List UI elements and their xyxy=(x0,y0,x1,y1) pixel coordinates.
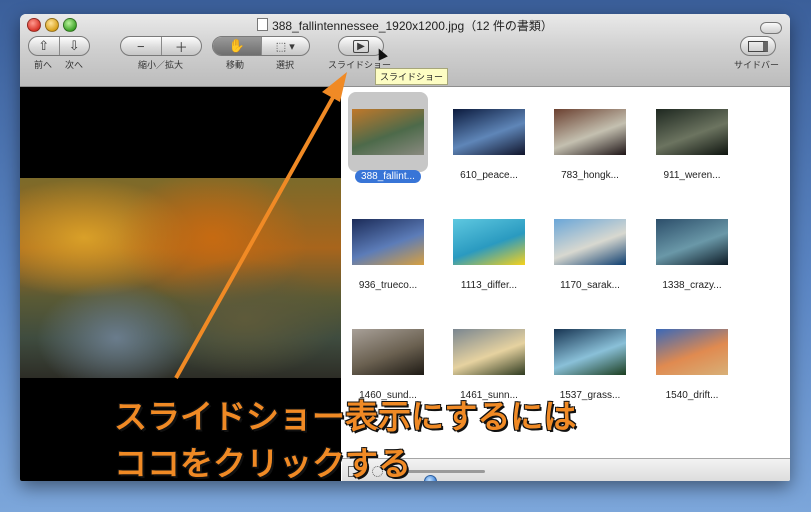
window-title: 388_fallintennessee_1920x1200.jpg（12 件の書… xyxy=(272,19,553,33)
toolbar-toggle-button[interactable] xyxy=(760,22,782,34)
next-button[interactable]: ⇩ xyxy=(58,37,90,55)
thumbnail-label-text: 1338_crazy... xyxy=(662,280,722,291)
next-label: 次へ xyxy=(65,60,84,70)
prev-next-control: ⇧ ⇩ xyxy=(28,36,90,56)
thumbnail-label: 1113_differ... xyxy=(443,280,535,291)
thumbnail-label-text: 1113_differ... xyxy=(460,280,518,291)
slider-knob[interactable] xyxy=(424,475,437,481)
thumbnail-item[interactable]: 1338_crazy... xyxy=(646,219,738,291)
plus-icon: ＋ xyxy=(174,39,188,55)
thumbnail-label: 783_hongk... xyxy=(544,170,636,181)
thumbnail-image[interactable] xyxy=(453,329,525,375)
thumbnail-image[interactable] xyxy=(656,219,728,265)
tool-mode-control: ✋ ⬚ ▾ xyxy=(212,36,310,56)
prev-button[interactable]: ⇧ xyxy=(29,37,59,55)
move-tool-button[interactable]: ✋ xyxy=(213,37,261,55)
thumbnail-label: 610_peace... xyxy=(443,170,535,181)
minus-icon: − xyxy=(136,38,145,54)
zoom-out-button[interactable]: − xyxy=(121,37,161,55)
thumbnail-label-text: 783_hongk... xyxy=(561,170,619,181)
sidebar-button[interactable] xyxy=(740,36,776,56)
thumbnail-item[interactable]: 911_weren... xyxy=(646,109,738,181)
prev-label: 前へ xyxy=(34,60,53,70)
thumbnail-label-text: 936_trueco... xyxy=(358,280,418,291)
slideshow-tooltip: スライドショー xyxy=(375,68,449,85)
thumbnail-item[interactable]: 388_fallint... xyxy=(342,92,434,183)
thumbnail-label-text: 1540_drift... xyxy=(665,390,719,401)
thumbnail-label-text: 911_weren... xyxy=(663,170,721,181)
thumbnail-item[interactable]: 1540_drift... xyxy=(646,329,738,401)
autumn-stream-photo xyxy=(20,178,341,378)
thumbnail-label-text: 388_fallint... xyxy=(355,170,421,183)
thumbnail-label: 1170_sarak... xyxy=(544,280,636,291)
move-label: 移動 xyxy=(226,60,245,70)
thumbnail-image[interactable] xyxy=(554,109,626,155)
thumbnail-image[interactable] xyxy=(453,109,525,155)
thumbnail-label-text: 610_peace... xyxy=(460,170,518,181)
thumbnail-label: 1338_crazy... xyxy=(646,280,738,291)
thumbnail-image[interactable] xyxy=(554,329,626,375)
thumbnail-image[interactable] xyxy=(352,329,424,375)
select-rect-icon: ⬚ ▾ xyxy=(275,40,295,53)
thumbnail-size-slider[interactable] xyxy=(399,470,485,481)
thumbnail-item[interactable]: 610_peace... xyxy=(443,109,535,181)
thumbnail-label: 1540_drift... xyxy=(646,390,738,401)
thumbnail-label: 911_weren... xyxy=(646,170,738,181)
thumbnail-item[interactable]: 1113_differ... xyxy=(443,219,535,291)
thumbnail-image[interactable] xyxy=(352,109,424,155)
zoom-label: 縮小／拡大 xyxy=(138,60,184,70)
thumbnail-item[interactable]: 936_trueco... xyxy=(342,219,434,291)
thumbnail-label: 388_fallint... xyxy=(342,170,434,183)
zoom-in-button[interactable]: ＋ xyxy=(160,37,202,55)
sidebar-label: サイドバー xyxy=(734,60,780,70)
thumbnail-label: 936_trueco... xyxy=(342,280,434,291)
thumbnail-image[interactable] xyxy=(453,219,525,265)
window-title-wrap: 388_fallintennessee_1920x1200.jpg（12 件の書… xyxy=(20,17,790,34)
thumbnail-label-text: 1170_sarak... xyxy=(560,280,620,291)
hand-icon: ✋ xyxy=(228,38,245,53)
thumbnail-image[interactable] xyxy=(656,109,728,155)
arrow-down-icon: ⇩ xyxy=(68,38,80,53)
sidebar-icon xyxy=(741,37,775,55)
select-tool-button[interactable]: ⬚ ▾ xyxy=(260,37,310,55)
thumbnail-image[interactable] xyxy=(656,329,728,375)
thumbnail-image[interactable] xyxy=(554,219,626,265)
caption-line-1: スライドショー表示にするには xyxy=(114,398,577,435)
caption-line-2: ココをクリックする xyxy=(114,445,411,482)
zoom-control: − ＋ xyxy=(120,36,202,56)
select-label: 選択 xyxy=(276,60,295,70)
thumbnail-item[interactable]: 783_hongk... xyxy=(544,109,636,181)
document-icon xyxy=(257,18,269,31)
thumbnail-image[interactable] xyxy=(352,219,424,265)
thumbnail-item[interactable]: 1170_sarak... xyxy=(544,219,636,291)
arrow-up-icon: ⇧ xyxy=(38,38,50,53)
